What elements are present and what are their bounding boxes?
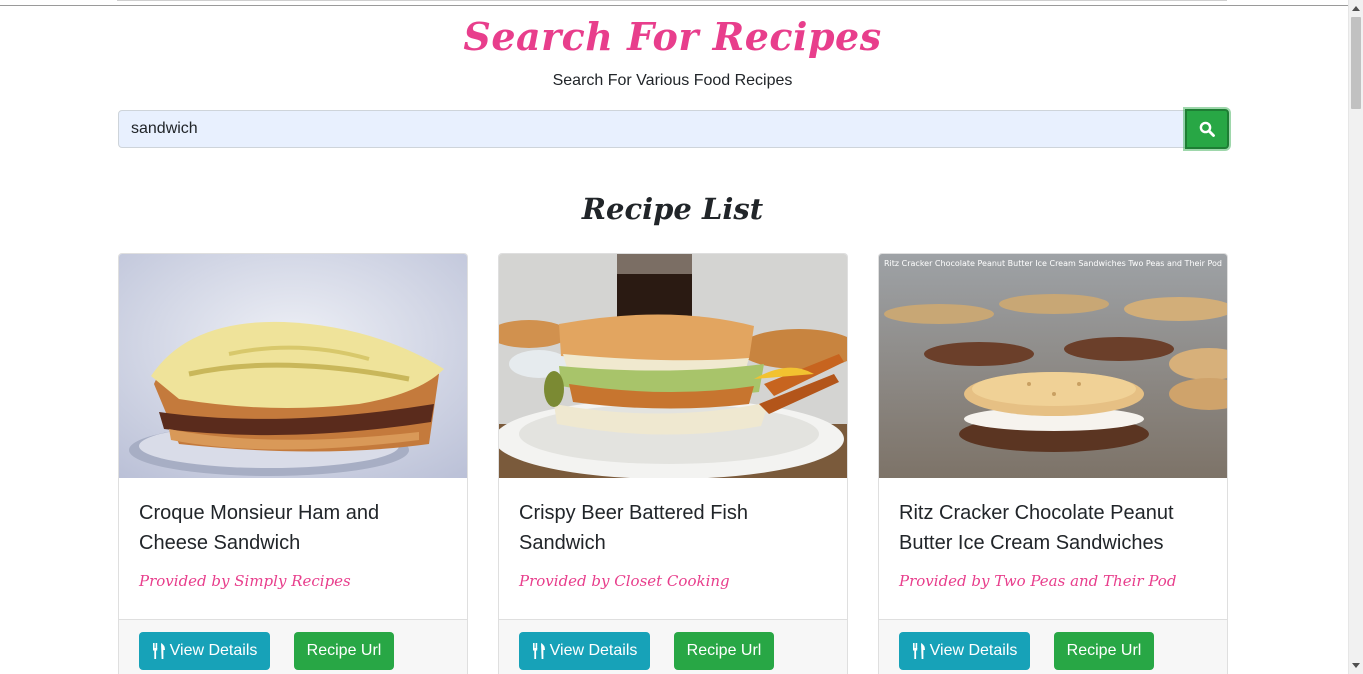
search-bar [118,109,1229,149]
recipe-title: Crispy Beer Battered Fish Sandwich [519,502,748,554]
recipe-image[interactable] [119,254,467,478]
scroll-up-arrow-icon[interactable] [1352,6,1360,11]
card-footer: View Details Recipe Url [499,619,847,674]
browser-top-edge [0,0,1348,6]
page-subtitle: Search For Various Food Recipes [552,72,793,89]
recipe-url-button[interactable]: Recipe Url [1054,632,1154,670]
view-details-button[interactable]: View Details [139,632,270,670]
view-details-button[interactable]: View Details [519,632,650,670]
card-footer: View Details Recipe Url [879,619,1227,674]
recipe-provider: Provided by Closet Cooking [519,572,730,590]
scroll-down-arrow-icon[interactable] [1352,663,1360,668]
recipe-url-label: Recipe Url [1066,642,1142,659]
view-details-button[interactable]: View Details [899,632,1030,670]
scroll-thumb[interactable] [1351,17,1361,109]
recipe-url-label: Recipe Url [686,642,762,659]
search-input[interactable] [118,110,1186,148]
recipe-image-overlay-text: Ritz Cracker Chocolate Peanut Butter Ice… [884,259,1222,268]
view-details-label: View Details [549,642,638,659]
recipe-card: Croque Monsieur Ham and Cheese Sandwich … [118,253,468,674]
recipe-provider: Provided by Simply Recipes [139,572,351,590]
page-scrollbar[interactable] [1348,0,1363,674]
recipe-card: Ritz Cracker Chocolate Peanut Butter Ice… [878,253,1228,674]
search-icon [1199,121,1215,137]
recipe-image[interactable]: Ritz Cracker Chocolate Peanut Butter Ice… [879,254,1227,478]
section-title: Recipe List [581,192,764,226]
view-details-label: View Details [169,642,258,659]
recipe-url-button[interactable]: Recipe Url [294,632,394,670]
recipe-image[interactable] [499,254,847,478]
recipe-provider: Provided by Two Peas and Their Pod [899,572,1177,590]
search-button[interactable] [1185,109,1229,149]
page-title: Search For Recipes [463,14,882,59]
card-footer: View Details Recipe Url [119,619,467,674]
recipe-url-label: Recipe Url [306,642,382,659]
utensils-icon [152,643,165,659]
recipe-card: Crispy Beer Battered Fish Sandwich Provi… [498,253,848,674]
recipe-url-button[interactable]: Recipe Url [674,632,774,670]
recipe-title: Croque Monsieur Ham and Cheese Sandwich [139,502,380,554]
utensils-icon [912,643,925,659]
view-details-label: View Details [929,642,1018,659]
recipe-title: Ritz Cracker Chocolate Peanut Butter Ice… [899,502,1174,554]
utensils-icon [532,643,545,659]
